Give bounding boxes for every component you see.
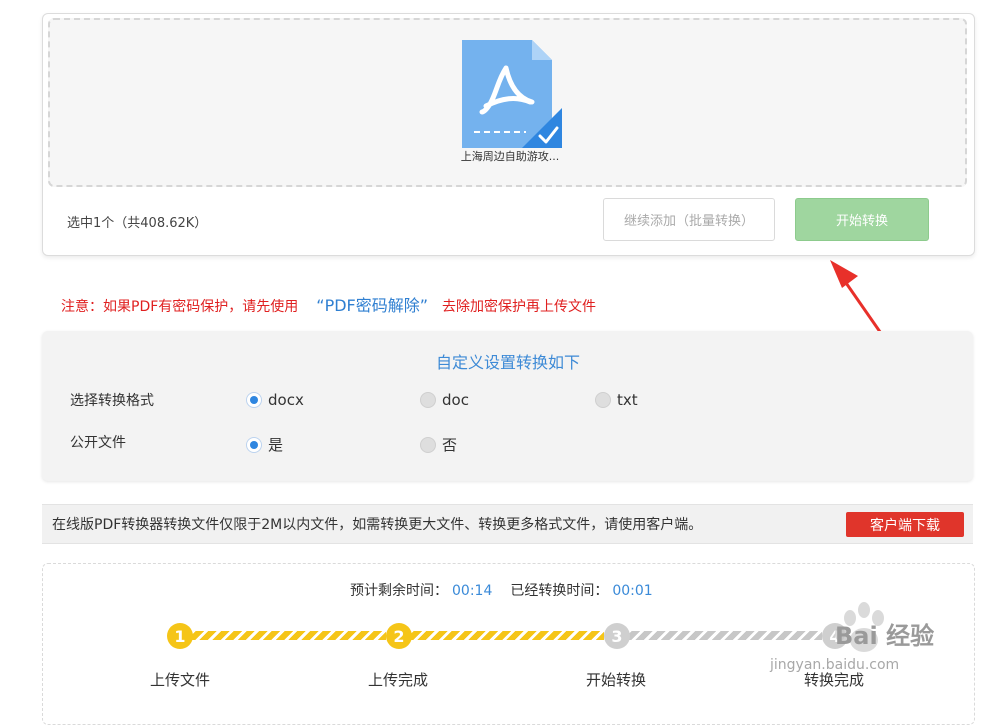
public-option-label: 是 [268,436,284,454]
public-option-yes[interactable]: 是 [246,434,283,455]
start-convert-button[interactable]: 开始转换 [795,198,929,241]
add-more-button[interactable]: 继续添加（批量转换） [603,198,775,241]
public-option-no[interactable]: 否 [420,434,457,455]
selected-count: 选中1个（共408.62K） [67,216,208,231]
watermark-brand: Bai 经验 [835,622,935,650]
format-option-label: doc [442,391,469,409]
step-3-label: 开始转换 [586,671,647,689]
elapsed-time-value: 00:01 [612,583,653,599]
step-1-badge: 1 [167,623,193,649]
progress-segment-1 [190,631,386,640]
promo-text: 在线版PDF转换器转换文件仅限于2M以内文件，如需转换更大文件、转换更多格式文件… [52,517,703,533]
format-option-label: docx [268,391,304,409]
file-name: 上海周边自助游攻... [460,150,560,163]
format-option-txt[interactable]: txt [595,391,638,409]
notice-suffix: 去除加密保护再上传文件 [442,299,597,315]
remaining-time-value: 00:14 [452,583,493,599]
remaining-time-label: 预计剩余时间： [350,583,448,599]
format-option-doc[interactable]: doc [420,391,469,409]
radio-checked-icon [246,392,262,408]
time-status: 预计剩余时间： 00:14 已经转换时间： 00:01 [350,580,653,600]
client-download-button[interactable]: 客户端下载 [846,512,964,537]
notice-prefix: 注意：如果PDF有密码保护，请先使用 [61,299,299,315]
step-3-badge: 3 [604,623,630,649]
radio-unchecked-icon [420,392,436,408]
pdf-file-icon[interactable] [460,40,562,150]
progress-segment-2 [410,631,604,640]
password-notice: 注意：如果PDF有密码保护，请先使用 “PDF密码解除” 去除加密保护再上传文件 [61,292,596,316]
format-option-label: txt [617,391,638,409]
pdf-password-remove-link[interactable]: “PDF密码解除” [316,296,428,315]
elapsed-time-label: 已经转换时间： [510,583,609,599]
step-2-badge: 2 [386,623,412,649]
step-2-label: 上传完成 [368,671,429,689]
public-file-label: 公开文件 [70,435,126,451]
radio-unchecked-icon [595,392,611,408]
step-1-label: 上传文件 [150,671,211,689]
public-option-label: 否 [442,436,458,454]
format-option-docx[interactable]: docx [246,391,304,409]
radio-unchecked-icon [420,436,436,453]
format-label: 选择转换格式 [70,393,154,409]
radio-checked-icon [246,436,262,453]
settings-title: 自定义设置转换如下 [435,353,580,372]
watermark-url: jingyan.baidu.com [770,657,900,673]
